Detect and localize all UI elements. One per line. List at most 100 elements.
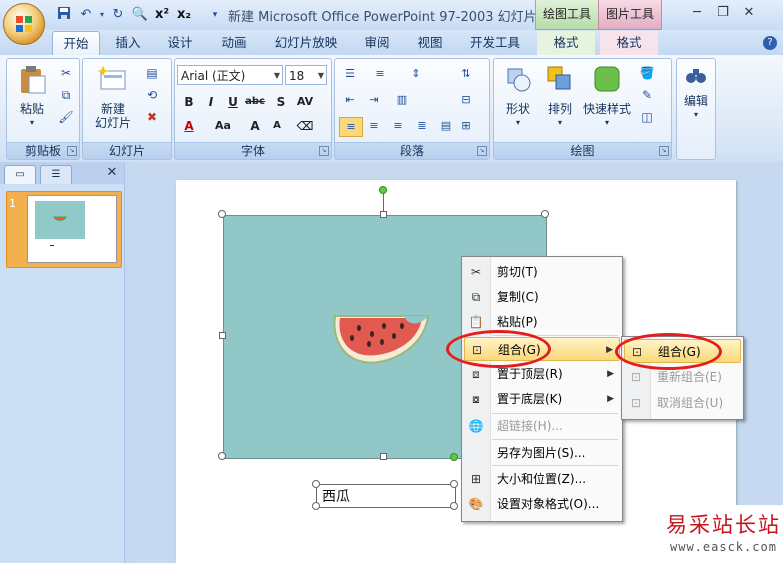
editing-button[interactable]: 编辑 ▾ <box>679 63 713 122</box>
format-painter-icon[interactable]: 🖌 <box>57 109 75 125</box>
help-icon[interactable]: ? <box>763 36 777 50</box>
restore-icon[interactable]: ❐ <box>712 4 734 22</box>
close-icon[interactable]: ✕ <box>104 165 120 181</box>
menu-item-copy[interactable]: ⧉ 复制(C) <box>464 285 620 309</box>
textbox-rotate-handle[interactable] <box>450 453 458 461</box>
tab-outline[interactable]: ☰ <box>40 165 72 184</box>
caption-text[interactable]: 西瓜 <box>322 486 350 506</box>
resize-handle-nw[interactable] <box>218 210 226 218</box>
increase-indent-icon[interactable]: ⇥ <box>363 91 385 109</box>
new-slide-button[interactable]: 新建 幻灯片 <box>87 63 139 130</box>
font-launcher-icon[interactable]: ↘ <box>319 146 329 156</box>
textbox-handle-se[interactable] <box>450 502 458 510</box>
clear-format-icon[interactable]: ⌫ <box>295 117 315 135</box>
tab-drawing-format[interactable]: 格式 <box>537 31 595 55</box>
copy-icon[interactable]: ⧉ <box>57 87 75 103</box>
tab-animations[interactable]: 动画 <box>212 31 256 55</box>
menu-item-label: 剪切(T) <box>497 265 538 279</box>
font-color-button[interactable]: A <box>179 117 199 135</box>
change-case-button[interactable]: Aa <box>213 117 233 135</box>
textbox-handle-sw[interactable] <box>312 502 320 510</box>
align-left-icon[interactable]: ≡ <box>339 117 363 137</box>
align-center-icon[interactable]: ≡ <box>363 117 385 135</box>
hyperlink-icon: 🌐 <box>468 419 484 433</box>
bullets-icon[interactable]: ☰ <box>339 65 361 83</box>
smartart-icon[interactable]: ⊞ <box>455 117 477 135</box>
textbox-handle-nw[interactable] <box>312 480 320 488</box>
grow-font-button[interactable]: A <box>245 117 265 135</box>
minimize-icon[interactable]: ─ <box>686 4 708 22</box>
layout-icon[interactable]: ▤ <box>143 65 161 81</box>
print-preview-icon[interactable]: 🔍 <box>130 6 150 24</box>
char-spacing-button[interactable]: AV <box>295 93 315 111</box>
shape-outline-icon[interactable]: ✎ <box>638 87 656 103</box>
menu-item-size-position[interactable]: ⊞ 大小和位置(Z)... <box>464 467 620 491</box>
close-icon[interactable]: ✕ <box>738 4 760 22</box>
shrink-font-button[interactable]: A <box>267 117 287 135</box>
delete-slide-icon[interactable]: ✖ <box>143 109 161 125</box>
shadow-button[interactable]: S <box>271 93 291 111</box>
resize-handle-sw[interactable] <box>218 452 226 460</box>
numbering-icon[interactable]: ≡ <box>369 65 391 83</box>
submenu-arrow-icon: ▶ <box>606 345 613 355</box>
tab-developer[interactable]: 开发工具 <box>462 31 528 55</box>
watermelon-thumb-icon <box>53 216 67 221</box>
save-icon[interactable] <box>54 6 74 24</box>
tab-review[interactable]: 审阅 <box>355 31 399 55</box>
shape-fill-icon[interactable]: 🪣 <box>638 65 656 81</box>
resize-handle-n[interactable] <box>380 211 387 218</box>
new-slide-label-2: 幻灯片 <box>94 116 131 130</box>
underline-button[interactable]: U <box>223 93 243 111</box>
tab-slides-thumbnails[interactable]: ▭ <box>4 165 36 184</box>
subscript-icon[interactable]: x₂ <box>174 6 194 24</box>
justify-icon[interactable]: ≣ <box>411 117 433 135</box>
rotate-handle[interactable] <box>379 186 387 194</box>
cut-icon[interactable]: ✂ <box>57 65 75 81</box>
align-text-icon[interactable]: ⊟ <box>455 91 477 109</box>
decrease-indent-icon[interactable]: ⇤ <box>339 91 361 109</box>
menu-item-cut[interactable]: ✂ 剪切(T) <box>464 260 620 284</box>
distributed-icon[interactable]: ▤ <box>435 117 457 135</box>
office-logo-icon <box>16 16 32 32</box>
menu-item-save-as-picture[interactable]: 另存为图片(S)... <box>464 441 620 465</box>
paragraph-launcher-icon[interactable]: ↘ <box>477 146 487 156</box>
tab-view[interactable]: 视图 <box>408 31 452 55</box>
resize-handle-ne[interactable] <box>541 210 549 218</box>
picture-tools-header: 图片工具 <box>598 0 662 30</box>
drawing-launcher-icon[interactable]: ↘ <box>659 146 669 156</box>
tab-picture-format[interactable]: 格式 <box>600 31 658 55</box>
arrange-button[interactable]: 排列 ▾ <box>540 63 580 130</box>
textbox-handle-ne[interactable] <box>450 480 458 488</box>
office-button[interactable] <box>3 3 45 45</box>
shape-effects-icon[interactable]: ◫ <box>638 109 656 125</box>
align-right-icon[interactable]: ≡ <box>387 117 409 135</box>
superscript-icon[interactable]: x² <box>152 6 172 24</box>
redo-icon[interactable]: ↻ <box>108 6 128 24</box>
quick-styles-label: 快速样式 <box>582 102 631 116</box>
italic-button[interactable]: I <box>201 93 221 111</box>
customize-qat-icon[interactable]: ▾ <box>205 6 225 24</box>
submenu-item-label: 取消组合(U) <box>657 396 724 410</box>
line-spacing-icon[interactable]: ⇕ <box>405 65 427 83</box>
resize-handle-w[interactable] <box>219 332 226 339</box>
tab-home[interactable]: 开始 <box>52 31 100 56</box>
bold-button[interactable]: B <box>179 93 199 111</box>
columns-icon[interactable]: ▥ <box>391 91 413 109</box>
text-direction-icon[interactable]: ⇅ <box>455 65 477 83</box>
clipboard-launcher-icon[interactable]: ↘ <box>67 146 77 156</box>
paste-dropdown-icon[interactable]: ▾ <box>11 116 53 130</box>
quick-styles-button[interactable]: 快速样式 ▾ <box>580 63 634 130</box>
pane-splitter[interactable] <box>124 162 131 563</box>
menu-item-format-object[interactable]: 🎨 设置对象格式(O)... <box>464 492 620 516</box>
font-size-select[interactable]: 18 ▼ <box>285 65 327 85</box>
shapes-button[interactable]: 形状 ▾ <box>496 63 540 130</box>
tab-design[interactable]: 设计 <box>158 31 202 55</box>
strikethrough-button[interactable]: abc <box>245 93 265 111</box>
reset-slide-icon[interactable]: ⟲ <box>143 87 161 103</box>
paste-button[interactable]: 粘贴 ▾ <box>11 63 53 130</box>
tab-insert[interactable]: 插入 <box>106 31 150 55</box>
font-name-select[interactable]: Arial (正文) ▼ <box>177 65 283 85</box>
resize-handle-s[interactable] <box>380 453 387 460</box>
menu-item-send-to-back[interactable]: ⧇ 置于底层(K) ▶ <box>464 387 620 411</box>
tab-slideshow[interactable]: 幻灯片放映 <box>266 31 346 55</box>
